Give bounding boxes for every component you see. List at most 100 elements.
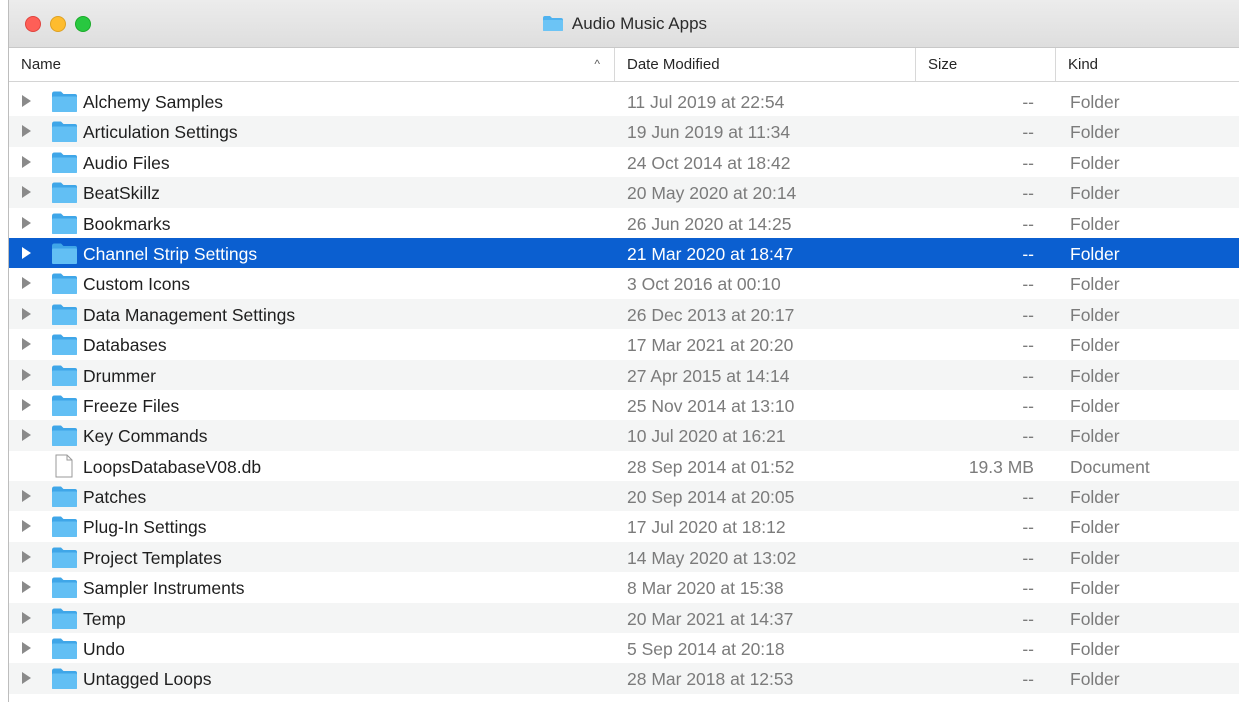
file-row[interactable]: Untagged Loops 28 Mar 2018 at 12:53 -- Fold… — [9, 663, 1239, 694]
file-name: Articulation Settings — [83, 122, 238, 143]
file-size: -- — [1022, 335, 1034, 356]
title-bar[interactable]: Audio Music Apps — [9, 0, 1239, 48]
file-kind: Folder — [1070, 304, 1120, 325]
disclosure-triangle-icon[interactable] — [22, 368, 31, 381]
file-kind: Folder — [1070, 639, 1120, 660]
file-row[interactable]: Freeze Files 25 Nov 2014 at 13:10 -- Folder — [9, 390, 1239, 420]
disclosure-triangle-icon[interactable] — [22, 186, 31, 199]
folder-icon — [52, 243, 77, 264]
file-name: Sampler Instruments — [83, 578, 245, 599]
file-name: Custom Icons — [83, 274, 190, 295]
file-kind: Folder — [1070, 426, 1120, 447]
file-name: Key Commands — [83, 426, 208, 447]
file-kind: Folder — [1070, 669, 1120, 690]
file-kind: Folder — [1070, 274, 1120, 295]
file-date-modified: 24 Oct 2014 at 18:42 — [627, 152, 791, 173]
disclosure-triangle-icon[interactable] — [22, 429, 31, 442]
file-kind: Folder — [1070, 365, 1120, 386]
file-name: Data Management Settings — [83, 304, 296, 325]
folder-icon — [52, 638, 77, 660]
disclosure-triangle-icon[interactable] — [22, 338, 31, 351]
folder-icon — [52, 304, 77, 325]
file-row[interactable]: Data Management Settings 26 Dec 2013 at 2… — [9, 298, 1239, 330]
file-row[interactable]: Temp 20 Mar 2021 at 14:37 -- Folder — [9, 602, 1239, 634]
file-date-modified: 20 Sep 2014 at 20:05 — [627, 487, 795, 508]
disclosure-triangle-icon[interactable] — [22, 490, 31, 503]
file-name: Alchemy Samples — [83, 92, 224, 112]
disclosure-triangle-icon[interactable] — [22, 95, 31, 107]
file-kind: Document — [1070, 456, 1150, 477]
disclosure-triangle-icon[interactable] — [22, 642, 31, 655]
folder-icon — [52, 395, 77, 416]
folder-icon — [52, 273, 77, 295]
folder-icon — [52, 334, 77, 356]
file-name: Project Templates — [83, 547, 222, 568]
file-date-modified: 8 Mar 2020 at 15:38 — [627, 578, 784, 599]
file-name: Bookmarks — [83, 213, 171, 234]
window-title: Audio Music Apps — [571, 14, 708, 33]
file-row[interactable]: Undo 5 Sep 2014 at 20:18 -- Folder — [9, 633, 1239, 663]
disclosure-triangle-icon[interactable] — [22, 520, 31, 533]
file-row[interactable]: Drummer 27 Apr 2015 at 14:14 -- Folder — [9, 359, 1239, 390]
disclosure-triangle-icon[interactable] — [22, 581, 31, 594]
file-row[interactable]: Audio Files 24 Oct 2014 at 18:42 -- Folder — [9, 147, 1239, 177]
file-size: -- — [1022, 547, 1034, 568]
file-size: -- — [1022, 608, 1034, 629]
folder-icon — [52, 608, 77, 629]
folder-icon — [52, 365, 77, 386]
disclosure-triangle-icon[interactable] — [22, 246, 31, 259]
file-row[interactable]: Articulation Settings 19 Jun 2019 at 11:3… — [9, 116, 1239, 147]
file-date-modified: 17 Mar 2021 at 20:20 — [627, 335, 794, 356]
file-size: -- — [1022, 122, 1034, 143]
disclosure-triangle-icon[interactable] — [22, 611, 31, 624]
file-size: -- — [1022, 304, 1034, 325]
disclosure-triangle-icon[interactable] — [22, 672, 31, 685]
file-row[interactable]: Sampler Instruments 8 Mar 2020 at 15:38 --… — [9, 572, 1239, 602]
file-name: Audio Files — [83, 152, 170, 173]
file-row[interactable]: Channel Strip Settings 21 Mar 2020 at 18:… — [9, 237, 1239, 269]
file-date-modified: 19 Jun 2019 at 11:34 — [627, 122, 791, 143]
file-row[interactable]: Patches 20 Sep 2014 at 20:05 -- Folder — [9, 481, 1239, 512]
file-kind: Folder — [1070, 517, 1120, 538]
column-header-size[interactable]: Size — [916, 48, 1056, 81]
file-row[interactable]: Key Commands 10 Jul 2020 at 16:21 -- Folder — [9, 420, 1239, 451]
file-date-modified: 5 Sep 2014 at 20:18 — [627, 639, 785, 660]
folder-icon — [52, 121, 77, 143]
file-name: Untagged Loops — [83, 669, 212, 690]
file-row[interactable]: LoopsDatabaseV08.db 28 Sep 2014 at 01:52 1… — [9, 451, 1239, 481]
disclosure-triangle-icon[interactable] — [22, 398, 31, 411]
file-row[interactable]: Bookmarks 26 Jun 2020 at 14:25 -- Folder — [9, 208, 1239, 238]
folder-icon — [52, 547, 77, 568]
file-name: LoopsDatabaseV08.db — [83, 456, 262, 477]
column-header-date-modified[interactable]: Date Modified — [615, 48, 916, 81]
folder-icon — [52, 425, 77, 447]
file-size: -- — [1022, 213, 1034, 234]
column-header-kind[interactable]: Kind — [1056, 48, 1239, 81]
disclosure-triangle-icon[interactable] — [22, 307, 31, 320]
file-kind: Folder — [1070, 395, 1120, 416]
column-header-name[interactable]: Name ^ — [9, 48, 615, 81]
file-row[interactable]: Project Templates 14 May 2020 at 13:02 -- F… — [9, 541, 1239, 573]
file-size: -- — [1022, 243, 1034, 264]
disclosure-triangle-icon[interactable] — [22, 155, 31, 168]
folder-icon — [52, 577, 77, 599]
file-row[interactable]: Alchemy Samples 11 Jul 2019 at 22:54 -- Fol… — [9, 86, 1239, 116]
disclosure-triangle-icon[interactable] — [22, 277, 31, 290]
disclosure-triangle-icon[interactable] — [22, 125, 31, 138]
file-size: -- — [1022, 487, 1034, 508]
column-header: Name ^ Date Modified Size Kind — [9, 48, 1239, 82]
folder-icon — [52, 182, 77, 204]
disclosure-triangle-icon[interactable] — [22, 216, 31, 229]
document-icon — [55, 454, 73, 478]
folder-icon — [52, 516, 77, 538]
disclosure-triangle-icon[interactable] — [22, 550, 31, 563]
file-date-modified: 26 Jun 2020 at 14:25 — [627, 213, 792, 234]
file-size: -- — [1022, 183, 1034, 204]
file-kind: Folder — [1070, 487, 1120, 508]
file-row[interactable]: Plug-In Settings 17 Jul 2020 at 18:12 -- Fo… — [9, 511, 1239, 541]
file-row[interactable]: Databases 17 Mar 2021 at 20:20 -- Folder — [9, 329, 1239, 359]
file-name: Freeze Files — [83, 395, 180, 416]
file-date-modified: 3 Oct 2016 at 00:10 — [627, 274, 781, 295]
file-row[interactable]: Custom Icons 3 Oct 2016 at 00:10 -- Folder — [9, 268, 1239, 298]
file-row[interactable]: BeatSkillz 20 May 2020 at 20:14 -- Folder — [9, 177, 1239, 208]
